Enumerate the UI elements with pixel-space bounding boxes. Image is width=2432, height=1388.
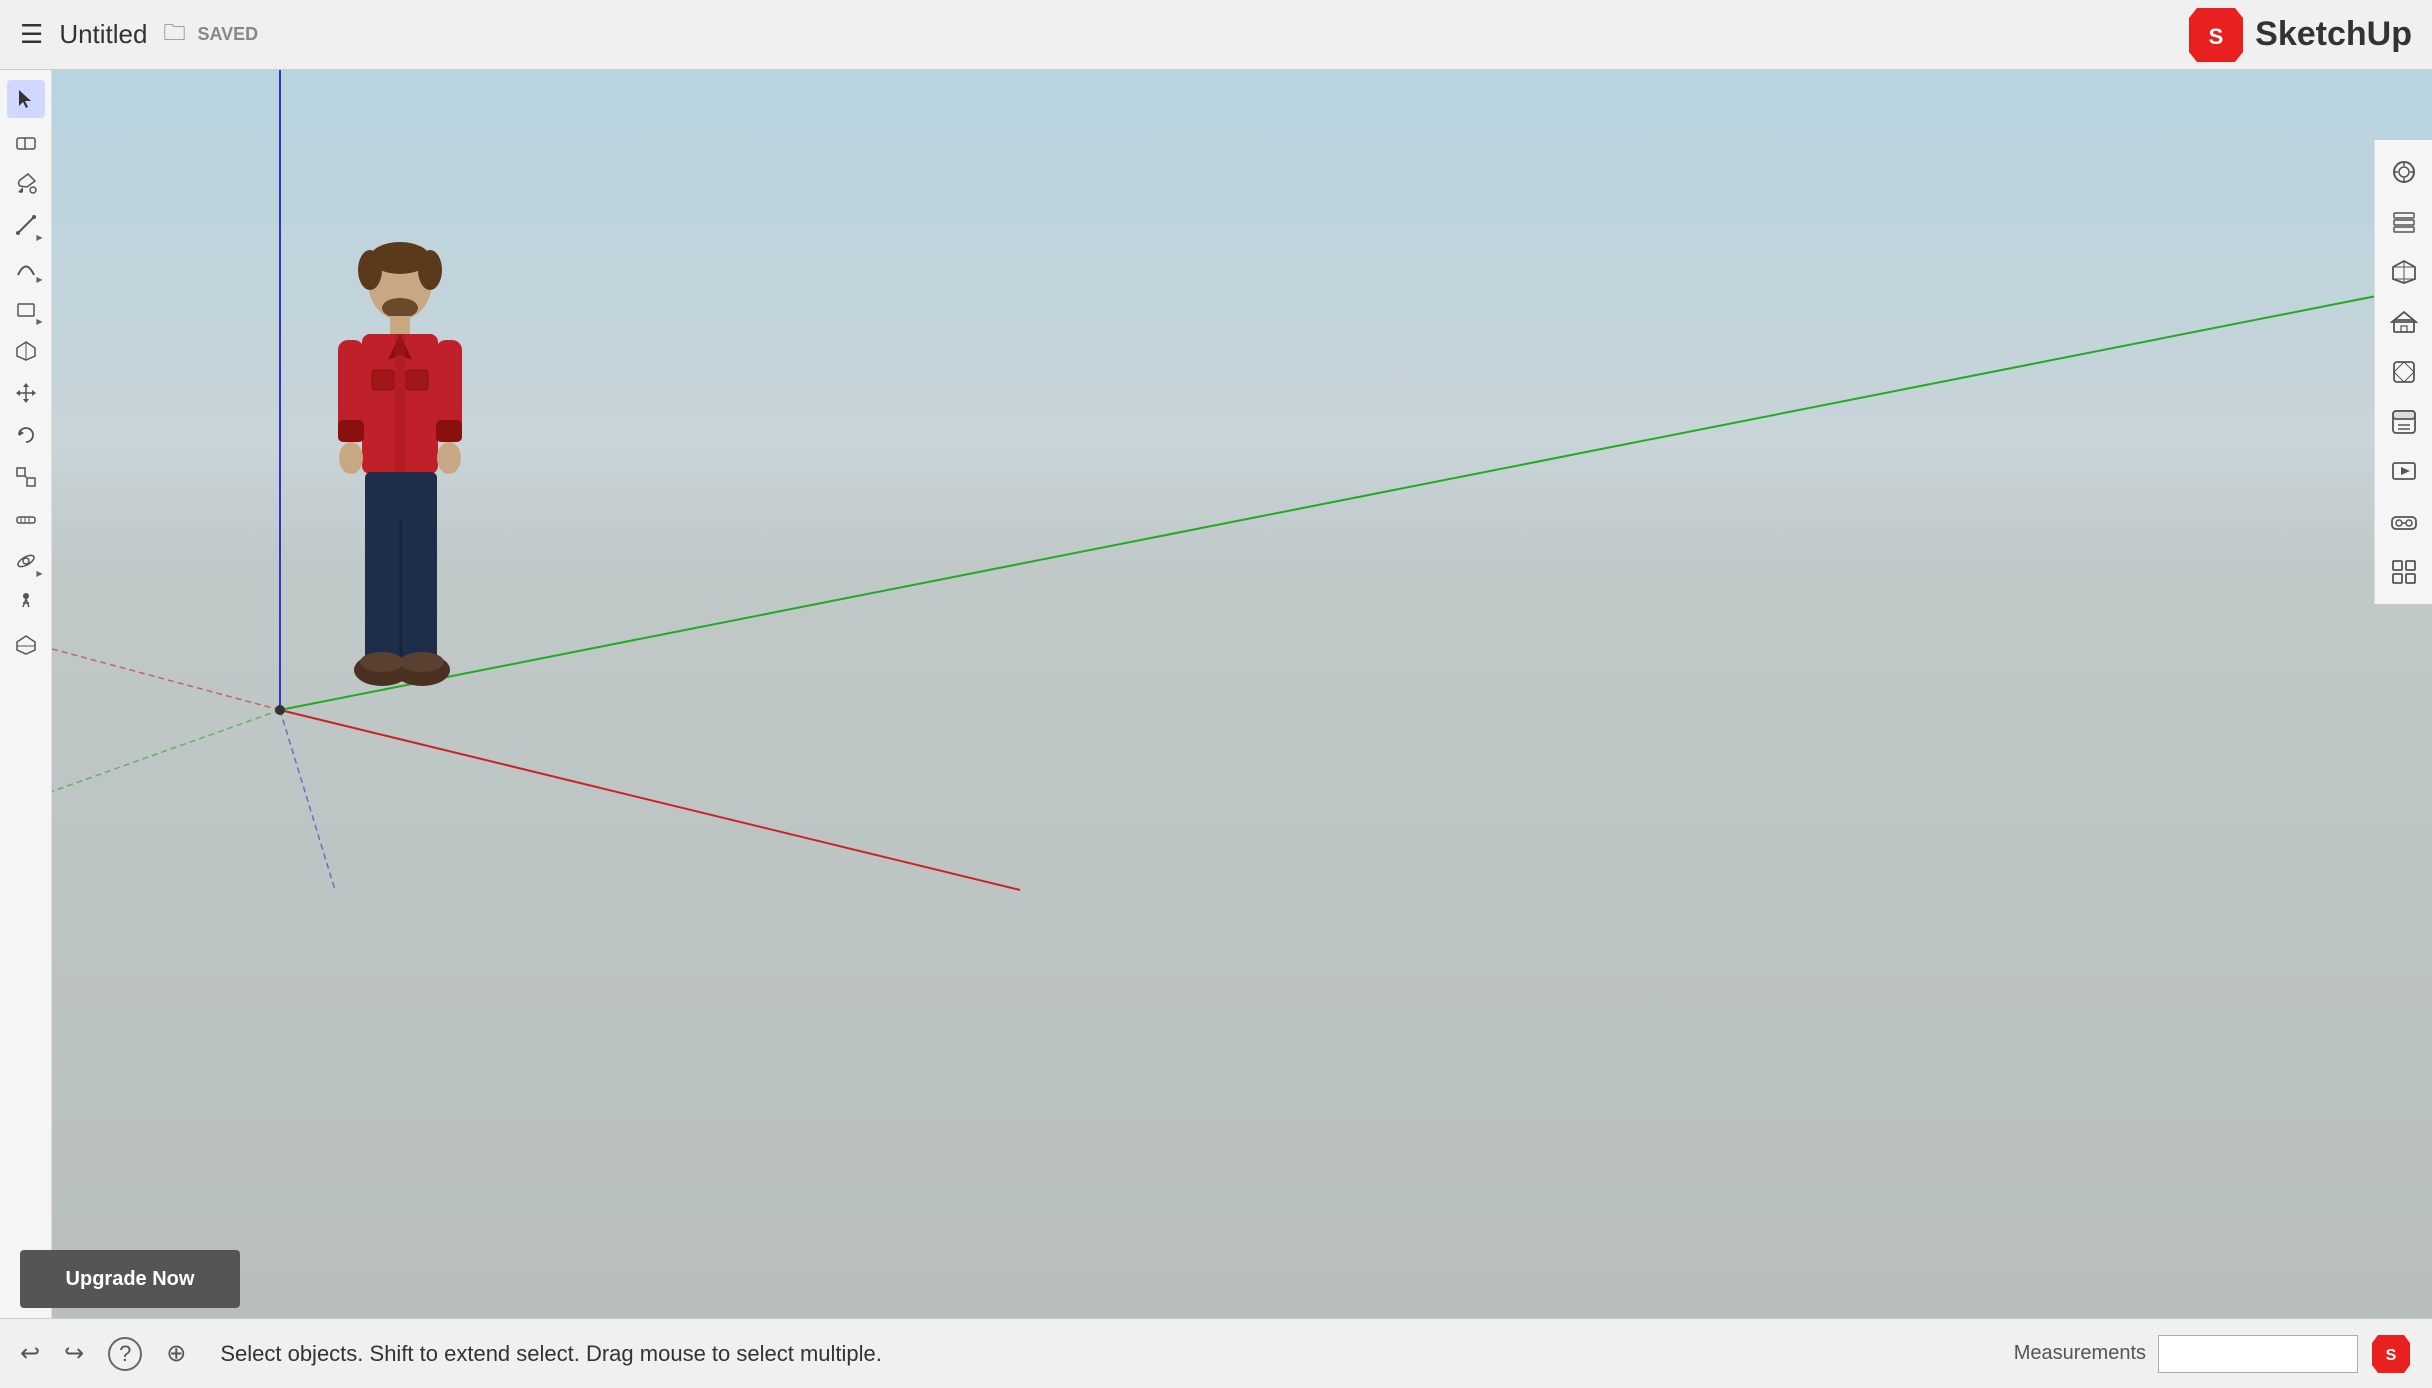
tape-icon — [15, 508, 37, 530]
vr-icon — [2390, 508, 2418, 536]
move-icon — [15, 382, 37, 404]
redo-button[interactable]: ↪ — [64, 1339, 84, 1368]
components-panel-button[interactable] — [2382, 250, 2426, 294]
extension-icon — [2390, 558, 2418, 586]
warehouse-button[interactable] — [2382, 300, 2426, 344]
solid-icon — [2390, 358, 2418, 386]
rotate-tool[interactable] — [7, 416, 45, 454]
scale-icon — [15, 466, 37, 488]
scale-tool[interactable] — [7, 458, 45, 496]
menu-icon[interactable]: ☰ — [20, 19, 43, 50]
line-tool[interactable]: ▶ — [7, 206, 45, 244]
header: ☰ Untitled 🗀 SAVED S SketchUp — [0, 0, 2432, 70]
push-pull-tool[interactable] — [7, 332, 45, 370]
left-toolbar: ▶ ▶ ▶ — [0, 70, 52, 1318]
tool-arrow-shape: ▶ — [36, 317, 42, 326]
orbit-icon — [15, 550, 37, 572]
select-tool[interactable] — [7, 80, 45, 118]
measurements-area: Measurements S — [2014, 1333, 2412, 1375]
layers-icon — [2390, 208, 2418, 236]
undo-button[interactable]: ↩ — [20, 1339, 40, 1368]
paint-icon — [15, 172, 37, 194]
bottom-bar: ↩ ↪ ? ⊕ Select objects. Shift to extend … — [0, 1318, 2432, 1388]
entity-icon — [2390, 408, 2418, 436]
move-tool[interactable] — [7, 374, 45, 412]
upgrade-now-button[interactable]: Upgrade Now — [20, 1250, 240, 1308]
measurements-label: Measurements — [2014, 1342, 2146, 1365]
eraser-tool[interactable] — [7, 122, 45, 160]
walk-tool[interactable] — [7, 584, 45, 622]
vr-button[interactable] — [2382, 500, 2426, 544]
canvas-area[interactable] — [0, 70, 2432, 1318]
layers-panel-button[interactable] — [2382, 200, 2426, 244]
styles-icon — [2390, 158, 2418, 186]
tool-arrow: ▶ — [36, 233, 42, 242]
sketchup-logo-text: SketchUp — [2255, 15, 2412, 54]
tool-arrow-arc: ▶ — [36, 275, 42, 284]
line-icon — [15, 214, 37, 236]
sketchup-logo: S SketchUp — [2187, 6, 2412, 64]
walk-icon — [15, 592, 37, 614]
tool-arrow-orbit: ▶ — [36, 569, 42, 578]
document-title: Untitled — [59, 19, 147, 50]
paint-tool[interactable] — [7, 164, 45, 202]
rotate-icon — [15, 424, 37, 446]
shape-icon — [15, 298, 37, 320]
human-figure — [310, 240, 490, 710]
select-icon — [15, 88, 37, 110]
section-plane-tool[interactable] — [7, 626, 45, 664]
arc-tool[interactable]: ▶ — [7, 248, 45, 286]
pushpull-icon — [15, 340, 37, 362]
sketchup-logo-icon: S — [2187, 6, 2245, 64]
tape-measure-tool[interactable] — [7, 500, 45, 538]
geo-location-button[interactable]: ⊕ — [166, 1339, 186, 1368]
help-button[interactable]: ? — [108, 1337, 142, 1371]
sketchup-bottom-logo: S — [2370, 1333, 2412, 1375]
solid-inspector-button[interactable] — [2382, 350, 2426, 394]
orbit-tool[interactable]: ▶ — [7, 542, 45, 580]
eraser-icon — [15, 130, 37, 152]
folder-icon[interactable]: 🗀 — [163, 16, 185, 54]
right-toolbar — [2374, 140, 2432, 604]
status-text: Select objects. Shift to extend select. … — [220, 1341, 882, 1367]
scenes-button[interactable] — [2382, 450, 2426, 494]
svg-text:S: S — [2209, 24, 2224, 49]
styles-panel-button[interactable] — [2382, 150, 2426, 194]
section-icon — [15, 634, 37, 656]
measurements-input[interactable] — [2158, 1335, 2358, 1373]
entity-info-button[interactable] — [2382, 400, 2426, 444]
extension-button[interactable] — [2382, 550, 2426, 594]
scenes-icon — [2390, 458, 2418, 486]
svg-text:S: S — [2386, 1347, 2397, 1364]
components-icon — [2390, 258, 2418, 286]
saved-badge: SAVED — [197, 24, 258, 45]
arc-icon — [15, 256, 37, 278]
warehouse-icon — [2390, 308, 2418, 336]
shape-tool[interactable]: ▶ — [7, 290, 45, 328]
